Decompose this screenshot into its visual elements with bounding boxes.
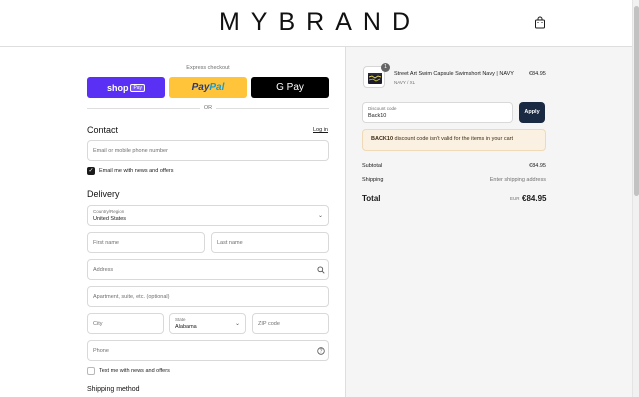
search-icon bbox=[317, 266, 325, 274]
chevron-down-icon: ⌄ bbox=[318, 213, 324, 219]
chevron-down-icon: ⌄ bbox=[235, 321, 241, 327]
shipping-method-heading: Shipping method bbox=[87, 386, 140, 393]
discount-code-field[interactable]: Discount code Back10 bbox=[362, 102, 513, 123]
discount-error-banner: BACK10 discount code isn't valid for the… bbox=[362, 129, 546, 151]
checkout-form: Express checkout shop Pay Pay Pal G Pay O… bbox=[0, 47, 345, 397]
phone-field[interactable]: Phone ? bbox=[87, 340, 329, 361]
contact-heading: Contact bbox=[87, 125, 119, 135]
email-news-checkbox[interactable]: ✓ bbox=[87, 167, 95, 175]
total-value: €84.95 bbox=[522, 194, 547, 203]
last-name-field[interactable]: Last name bbox=[211, 232, 329, 253]
discount-error-text: discount code isn't valid for the items … bbox=[393, 136, 513, 142]
apartment-field[interactable]: Apartment, suite, etc. (optional) bbox=[87, 286, 329, 307]
apply-discount-button[interactable]: Apply bbox=[519, 102, 545, 123]
city-field[interactable]: City bbox=[87, 313, 164, 334]
zip-field[interactable]: ZIP code bbox=[252, 313, 329, 334]
help-icon[interactable]: ? bbox=[317, 347, 325, 355]
country-select[interactable]: Country/Region United States ⌄ bbox=[87, 205, 329, 226]
text-news-checkbox[interactable] bbox=[87, 367, 95, 375]
svg-text:?: ? bbox=[320, 349, 323, 355]
first-name-field[interactable]: First name bbox=[87, 232, 205, 253]
product-price: €84.95 bbox=[529, 71, 546, 77]
shipping-value: Enter shipping address bbox=[489, 177, 546, 183]
header: MYBRAND bbox=[0, 0, 639, 47]
scrollbar-thumb[interactable] bbox=[634, 6, 639, 196]
address-field[interactable]: Address bbox=[87, 259, 329, 280]
email-news-label: Email me with news and offers bbox=[99, 168, 174, 174]
shipping-label: Shipping bbox=[362, 177, 384, 183]
product-variant: NAVY / XL bbox=[394, 80, 416, 85]
state-select[interactable]: State Alabama ⌄ bbox=[169, 313, 246, 334]
email-field[interactable]: Email or mobile phone number bbox=[87, 140, 329, 161]
paypal-button[interactable]: Pay Pal bbox=[169, 77, 247, 98]
order-summary: 1 Street Art Swim Capsule Swimshort Navy… bbox=[345, 47, 632, 397]
subtotal-label: Subtotal bbox=[362, 163, 383, 169]
delivery-heading: Delivery bbox=[87, 189, 120, 199]
total-currency: EUR bbox=[510, 196, 520, 201]
page-scrollbar[interactable] bbox=[632, 0, 639, 397]
express-checkout-title: Express checkout bbox=[186, 65, 230, 71]
or-label: OR bbox=[200, 105, 216, 111]
product-name: Street Art Swim Capsule Swimshort Navy |… bbox=[394, 71, 514, 77]
shop-pay-button[interactable]: shop Pay bbox=[87, 77, 165, 98]
subtotal-value: €84.95 bbox=[529, 163, 546, 169]
google-pay-button[interactable]: G Pay bbox=[251, 77, 329, 98]
shopping-bag-icon[interactable] bbox=[534, 16, 546, 29]
discount-error-code: BACK10 bbox=[371, 136, 394, 142]
quantity-badge: 1 bbox=[381, 63, 390, 72]
total-label: Total bbox=[362, 194, 381, 203]
login-link[interactable]: Log in bbox=[313, 127, 328, 133]
text-news-label: Text me with news and offers bbox=[99, 368, 170, 374]
